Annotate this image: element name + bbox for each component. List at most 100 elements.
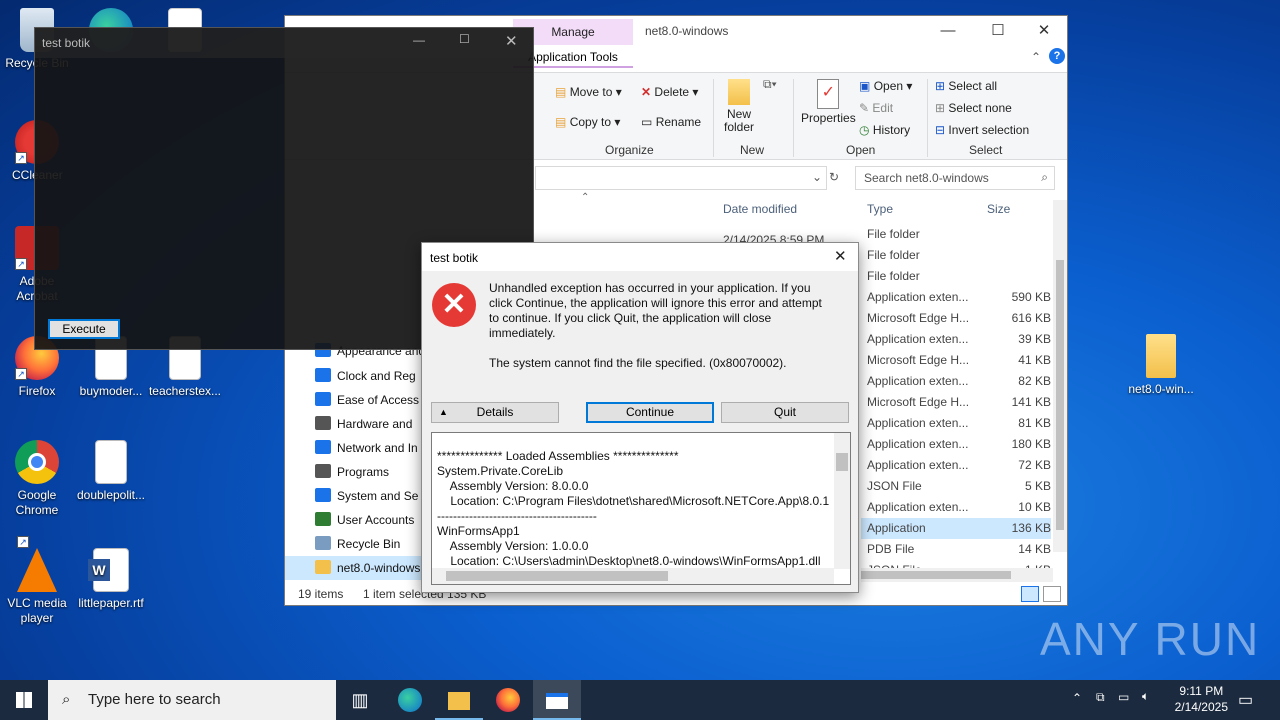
- select-none-button[interactable]: ⊞ Select none: [935, 101, 1012, 115]
- network-icon[interactable]: ⧉: [1096, 690, 1105, 705]
- file-explorer-taskbar-icon[interactable]: [435, 680, 483, 720]
- desktop-icon-littlepaper[interactable]: W littlepaper.rtf: [74, 548, 148, 611]
- file-row[interactable]: Application exten... 72 KB: [861, 455, 1051, 476]
- file-row[interactable]: File folder: [861, 245, 1051, 266]
- clock-date: 2/14/2025: [1174, 700, 1228, 714]
- file-row[interactable]: PDB File 14 KB: [861, 539, 1051, 560]
- nav-item[interactable]: Recycle Bin: [315, 532, 400, 556]
- rename-icon: ▭: [641, 115, 653, 129]
- botik-taskbar-icon[interactable]: [533, 680, 581, 720]
- large-icons-view-icon[interactable]: [1043, 586, 1061, 602]
- rename-button[interactable]: ▭ Rename: [641, 115, 701, 129]
- execute-button[interactable]: Execute: [48, 319, 120, 339]
- file-row[interactable]: Application exten... 10 KB: [861, 497, 1051, 518]
- file-row[interactable]: Microsoft Edge H... 616 KB: [861, 308, 1051, 329]
- desktop-icon-net8-folder[interactable]: net8.0-win...: [1124, 334, 1198, 397]
- close-button[interactable]: ✕: [505, 32, 518, 50]
- file-list-scrollbar[interactable]: [1053, 200, 1067, 552]
- open-button[interactable]: ▣ Open ▾: [859, 79, 912, 93]
- address-bar[interactable]: ⌄: [535, 166, 827, 190]
- file-row[interactable]: File folder: [861, 224, 1051, 245]
- close-button[interactable]: ✕: [1021, 16, 1067, 46]
- column-header-date[interactable]: Date modified: [723, 202, 797, 222]
- taskbar-clock[interactable]: 9:11 PM 2/14/2025: [1175, 683, 1228, 715]
- file-row[interactable]: Application exten... 590 KB: [861, 287, 1051, 308]
- properties-icon: ✓: [817, 79, 840, 109]
- desktop-icon-vlc[interactable]: ↗ VLC media player: [0, 536, 74, 626]
- history-button[interactable]: ◷ History: [859, 123, 910, 137]
- file-row[interactable]: Application exten... 39 KB: [861, 329, 1051, 350]
- anyrun-watermark: ANY RUN: [1040, 613, 1261, 665]
- volume-icon[interactable]: 🔈︎: [1142, 689, 1149, 704]
- nav-item[interactable]: Hardware and: [315, 412, 412, 436]
- help-icon[interactable]: ?: [1049, 48, 1065, 64]
- desktop-icon-doublepolit[interactable]: doublepolit...: [74, 440, 148, 503]
- move-to-button[interactable]: ▤ Move to ▾: [555, 85, 622, 99]
- file-row[interactable]: File folder: [861, 266, 1051, 287]
- file-row[interactable]: Application exten... 81 KB: [861, 413, 1051, 434]
- error-icon: ✕: [432, 283, 476, 327]
- close-button[interactable]: ✕: [834, 247, 847, 265]
- file-row[interactable]: Application 136 KB: [861, 518, 1051, 539]
- search-input[interactable]: Search net8.0-windows: [864, 171, 989, 185]
- select-all-button[interactable]: ⊞ Select all: [935, 79, 997, 93]
- details-vertical-scrollbar[interactable]: [834, 433, 850, 569]
- taskbar-search-input[interactable]: Type here to search: [88, 691, 221, 708]
- maximize-button[interactable]: ☐: [459, 32, 470, 46]
- nav-item-label: Programs: [337, 465, 390, 479]
- nav-item[interactable]: Programs: [315, 460, 389, 484]
- file-row[interactable]: Microsoft Edge H... 141 KB: [861, 392, 1051, 413]
- task-view-icon[interactable]: ▥: [336, 680, 384, 720]
- file-row[interactable]: JSON File 5 KB: [861, 476, 1051, 497]
- file-row[interactable]: Application exten... 82 KB: [861, 371, 1051, 392]
- delete-button[interactable]: ✕ Delete ▾: [641, 85, 698, 99]
- maximize-button[interactable]: ☐: [975, 16, 1021, 46]
- group-label-organize: Organize: [605, 143, 654, 157]
- copy-to-button[interactable]: ▤ Copy to ▾: [555, 115, 620, 129]
- search-box[interactable]: Search net8.0-windows ⌕: [855, 166, 1055, 190]
- control-panel-icon: [315, 464, 331, 478]
- edit-icon: ✎: [859, 101, 870, 115]
- desktop-icon-chrome[interactable]: Google Chrome: [0, 440, 74, 518]
- edge-taskbar-icon[interactable]: [386, 680, 434, 720]
- continue-button[interactable]: Continue: [586, 402, 714, 423]
- file-size: 39 KB: [1018, 332, 1051, 346]
- chrome-icon: [15, 440, 59, 484]
- edit-button[interactable]: ✎ Edit: [859, 101, 893, 115]
- collapse-ribbon-icon[interactable]: ⌃: [1031, 50, 1041, 64]
- details-button[interactable]: ▲ Details: [431, 402, 559, 423]
- file-type: File folder: [867, 269, 920, 283]
- show-hidden-icons-icon[interactable]: ⌃: [1072, 691, 1082, 705]
- properties-button[interactable]: ✓ Properties: [801, 79, 856, 125]
- nav-item[interactable]: Network and In: [315, 436, 418, 460]
- desktop-icon-label: VLC media player: [7, 596, 67, 625]
- minimize-button[interactable]: —: [413, 33, 425, 47]
- refresh-icon[interactable]: ↻: [829, 170, 839, 184]
- new-item-icon[interactable]: ⧉▾: [763, 77, 777, 92]
- column-header-size[interactable]: Size: [987, 202, 1010, 222]
- invert-selection-button[interactable]: ⊟ Invert selection: [935, 123, 1029, 137]
- nav-item[interactable]: Clock and Reg: [315, 364, 416, 388]
- quit-button[interactable]: Quit: [721, 402, 849, 423]
- taskbar-search[interactable]: ⌕ Type here to search: [48, 680, 336, 720]
- new-folder-button[interactable]: New folder: [721, 79, 757, 134]
- error-dialog: test botik ✕ ✕ Unhandled exception has o…: [421, 242, 859, 593]
- nav-item[interactable]: System and Se: [315, 484, 418, 508]
- details-horizontal-scrollbar[interactable]: [432, 568, 834, 584]
- file-row[interactable]: Microsoft Edge H... 41 KB: [861, 350, 1051, 371]
- chevron-down-icon[interactable]: ⌄: [812, 170, 822, 184]
- details-view-icon[interactable]: [1021, 586, 1039, 602]
- firefox-taskbar-icon[interactable]: [484, 680, 532, 720]
- nav-item[interactable]: net8.0-windows: [285, 556, 425, 580]
- file-row[interactable]: Application exten... 180 KB: [861, 434, 1051, 455]
- notification-center-icon[interactable]: ▭: [1238, 690, 1253, 710]
- start-button[interactable]: [0, 680, 48, 720]
- ethernet-icon[interactable]: ▭: [1118, 690, 1129, 704]
- nav-item[interactable]: User Accounts: [315, 508, 414, 532]
- details-textbox[interactable]: ************** Loaded Assemblies *******…: [431, 432, 851, 585]
- nav-item[interactable]: Ease of Access: [315, 388, 419, 412]
- desktop-icon-label: littlepaper.rtf: [78, 596, 144, 610]
- column-header-type[interactable]: Type: [867, 202, 893, 222]
- horizontal-scrollbar[interactable]: [861, 568, 1053, 582]
- minimize-button[interactable]: —: [925, 16, 971, 46]
